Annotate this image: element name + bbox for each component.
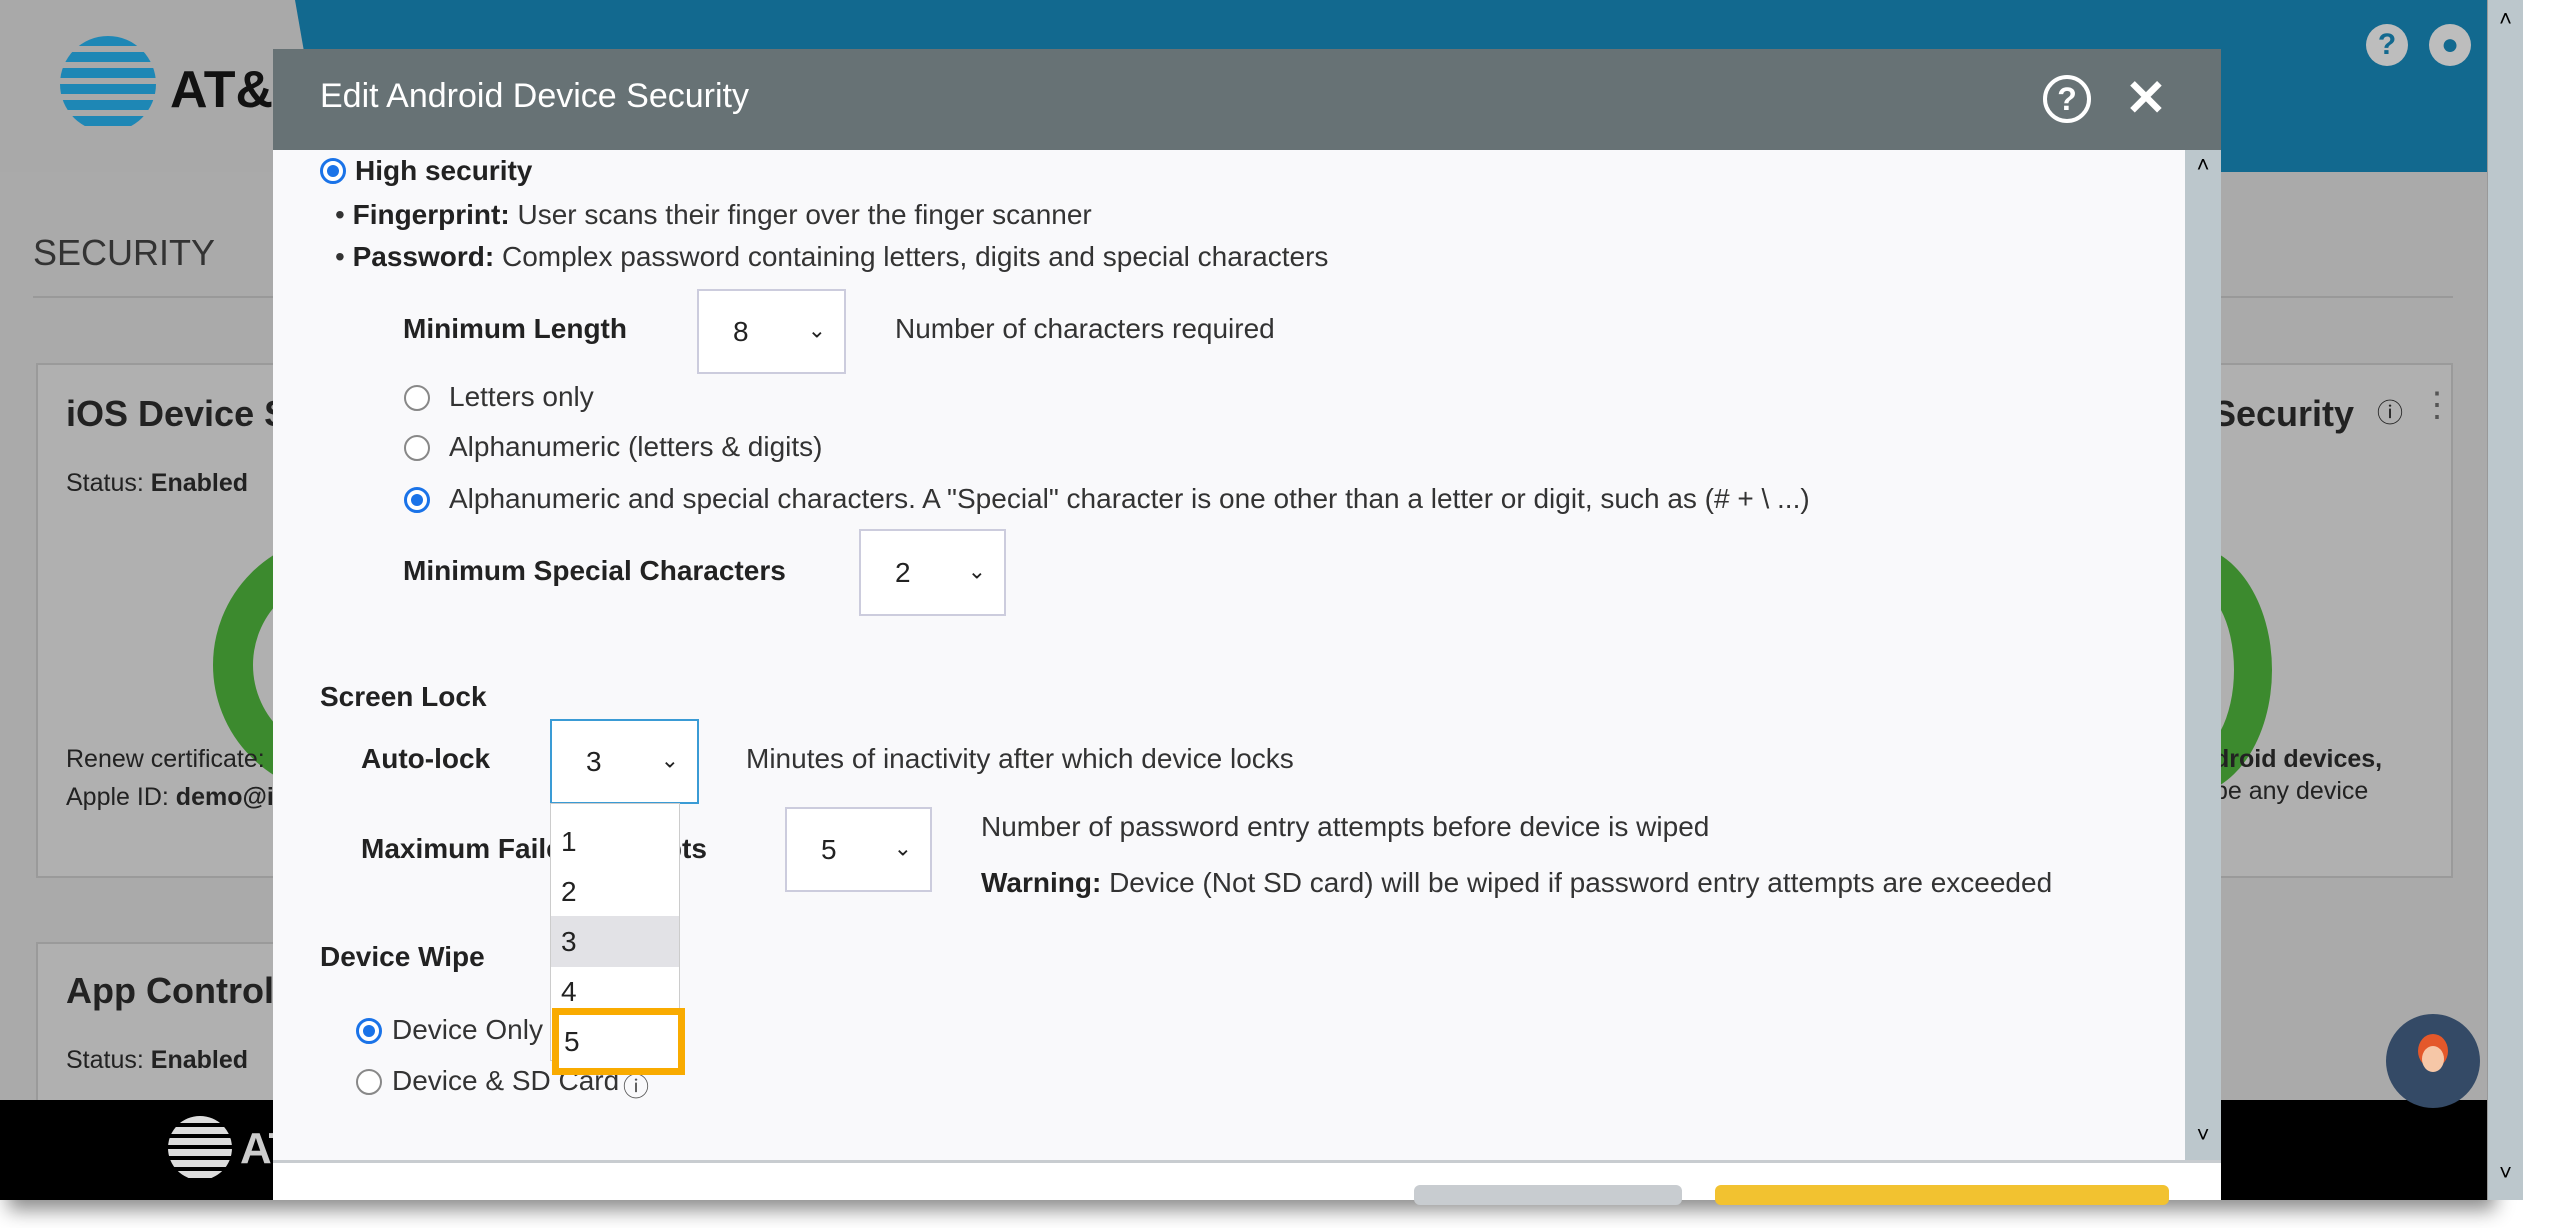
card-title: Security (2212, 393, 2355, 434)
scroll-up-icon[interactable]: ˄ (2488, 6, 2523, 32)
max-failed-hint: Number of password entry attempts before… (981, 811, 1710, 842)
dropdown-option[interactable]: 1 (551, 816, 679, 867)
auto-lock-label: Auto-lock (361, 743, 491, 774)
min-length-select[interactable]: 8 ⌄ (697, 289, 846, 374)
help-icon[interactable]: ? (2366, 24, 2408, 66)
chevron-down-icon: ⌄ (967, 558, 986, 584)
dialog-scrollbar[interactable]: ˄ ˅ (2185, 150, 2221, 1160)
wipe-warning: Warning: Device (Not SD card) will be wi… (981, 867, 2053, 898)
cancel-button[interactable] (1414, 1185, 1682, 1205)
edit-android-security-dialog: Edit Android Device Security ? ✕ ˄ ˅ Hig… (273, 49, 2221, 1205)
min-length-label: Minimum Length (403, 313, 627, 344)
apple-id: Apple ID: demo@i (66, 783, 274, 811)
fingerprint-bullet: • Fingerprint: User scans their finger o… (335, 199, 1092, 230)
auto-lock-select[interactable]: 3 ⌄ (550, 719, 699, 804)
device-wipe-heading: Device Wipe (320, 941, 485, 972)
max-failed-select[interactable]: 5 ⌄ (785, 807, 932, 892)
scroll-down-icon[interactable]: ˅ (2488, 1160, 2523, 1186)
dialog-header: Edit Android Device Security ? ✕ (273, 49, 2221, 150)
scroll-up-icon[interactable]: ˄ (2185, 152, 2221, 178)
letters-only-radio[interactable] (404, 385, 430, 411)
high-security-radio[interactable] (320, 158, 346, 184)
dropdown-option-highlighted[interactable]: 5 (552, 1008, 685, 1075)
chevron-down-icon: ⌄ (893, 835, 912, 861)
min-length-hint: Number of characters required (895, 313, 1275, 344)
renew-certificate: Renew certificate: (66, 745, 265, 773)
dialog-title: Edit Android Device Security (320, 77, 749, 115)
dropdown-option[interactable]: 2 (551, 866, 679, 917)
status: Status: Enabled (66, 1046, 249, 1074)
card-title: App Control (66, 970, 274, 1011)
help-icon[interactable]: ? (2043, 75, 2091, 123)
alphanumeric-special-radio[interactable] (404, 487, 430, 513)
password-bullet: • Password: Complex password containing … (335, 241, 1329, 272)
chevron-down-icon: ⌄ (660, 747, 679, 773)
card-text: pe any device (2214, 777, 2369, 805)
min-special-label: Minimum Special Characters (403, 555, 786, 586)
att-globe-logo (168, 1116, 232, 1180)
att-globe-logo (60, 36, 156, 132)
user-account-icon[interactable]: ● (2429, 24, 2471, 66)
screen-lock-heading: Screen Lock (320, 681, 487, 712)
close-icon[interactable]: ✕ (2125, 69, 2167, 127)
auto-lock-hint: Minutes of inactivity after which device… (746, 743, 1294, 774)
alphanumeric-label: Alphanumeric (letters & digits) (449, 431, 823, 462)
help-icon[interactable]: ⓘ (2377, 393, 2403, 430)
page-title: SECURITY (33, 232, 216, 273)
min-special-select[interactable]: 2 ⌄ (859, 529, 1006, 616)
more-options-icon[interactable]: ⋮ (2420, 385, 2454, 425)
chat-assistant-button[interactable] (2386, 1014, 2480, 1108)
scroll-down-icon[interactable]: ˅ (2185, 1122, 2221, 1148)
alphanumeric-special-label: Alphanumeric and special characters. A "… (449, 483, 1810, 514)
high-security-label: High security (355, 155, 533, 186)
status: Status: Enabled (66, 469, 249, 497)
page-scrollbar[interactable]: ˄ ˅ (2487, 0, 2523, 1200)
chevron-down-icon: ⌄ (807, 317, 826, 343)
device-only-label: Device Only (392, 1014, 543, 1045)
letters-only-label: Letters only (449, 381, 594, 412)
dropdown-option-selected[interactable]: 3 (551, 916, 679, 967)
alphanumeric-radio[interactable] (404, 435, 430, 461)
device-sd-card-radio[interactable] (356, 1069, 382, 1095)
save-button[interactable] (1715, 1185, 2169, 1205)
card-text: droid devices, (2214, 745, 2383, 773)
avatar-face (2422, 1046, 2444, 1072)
device-only-radio[interactable] (356, 1018, 382, 1044)
card-title: iOS Device S (66, 393, 289, 434)
